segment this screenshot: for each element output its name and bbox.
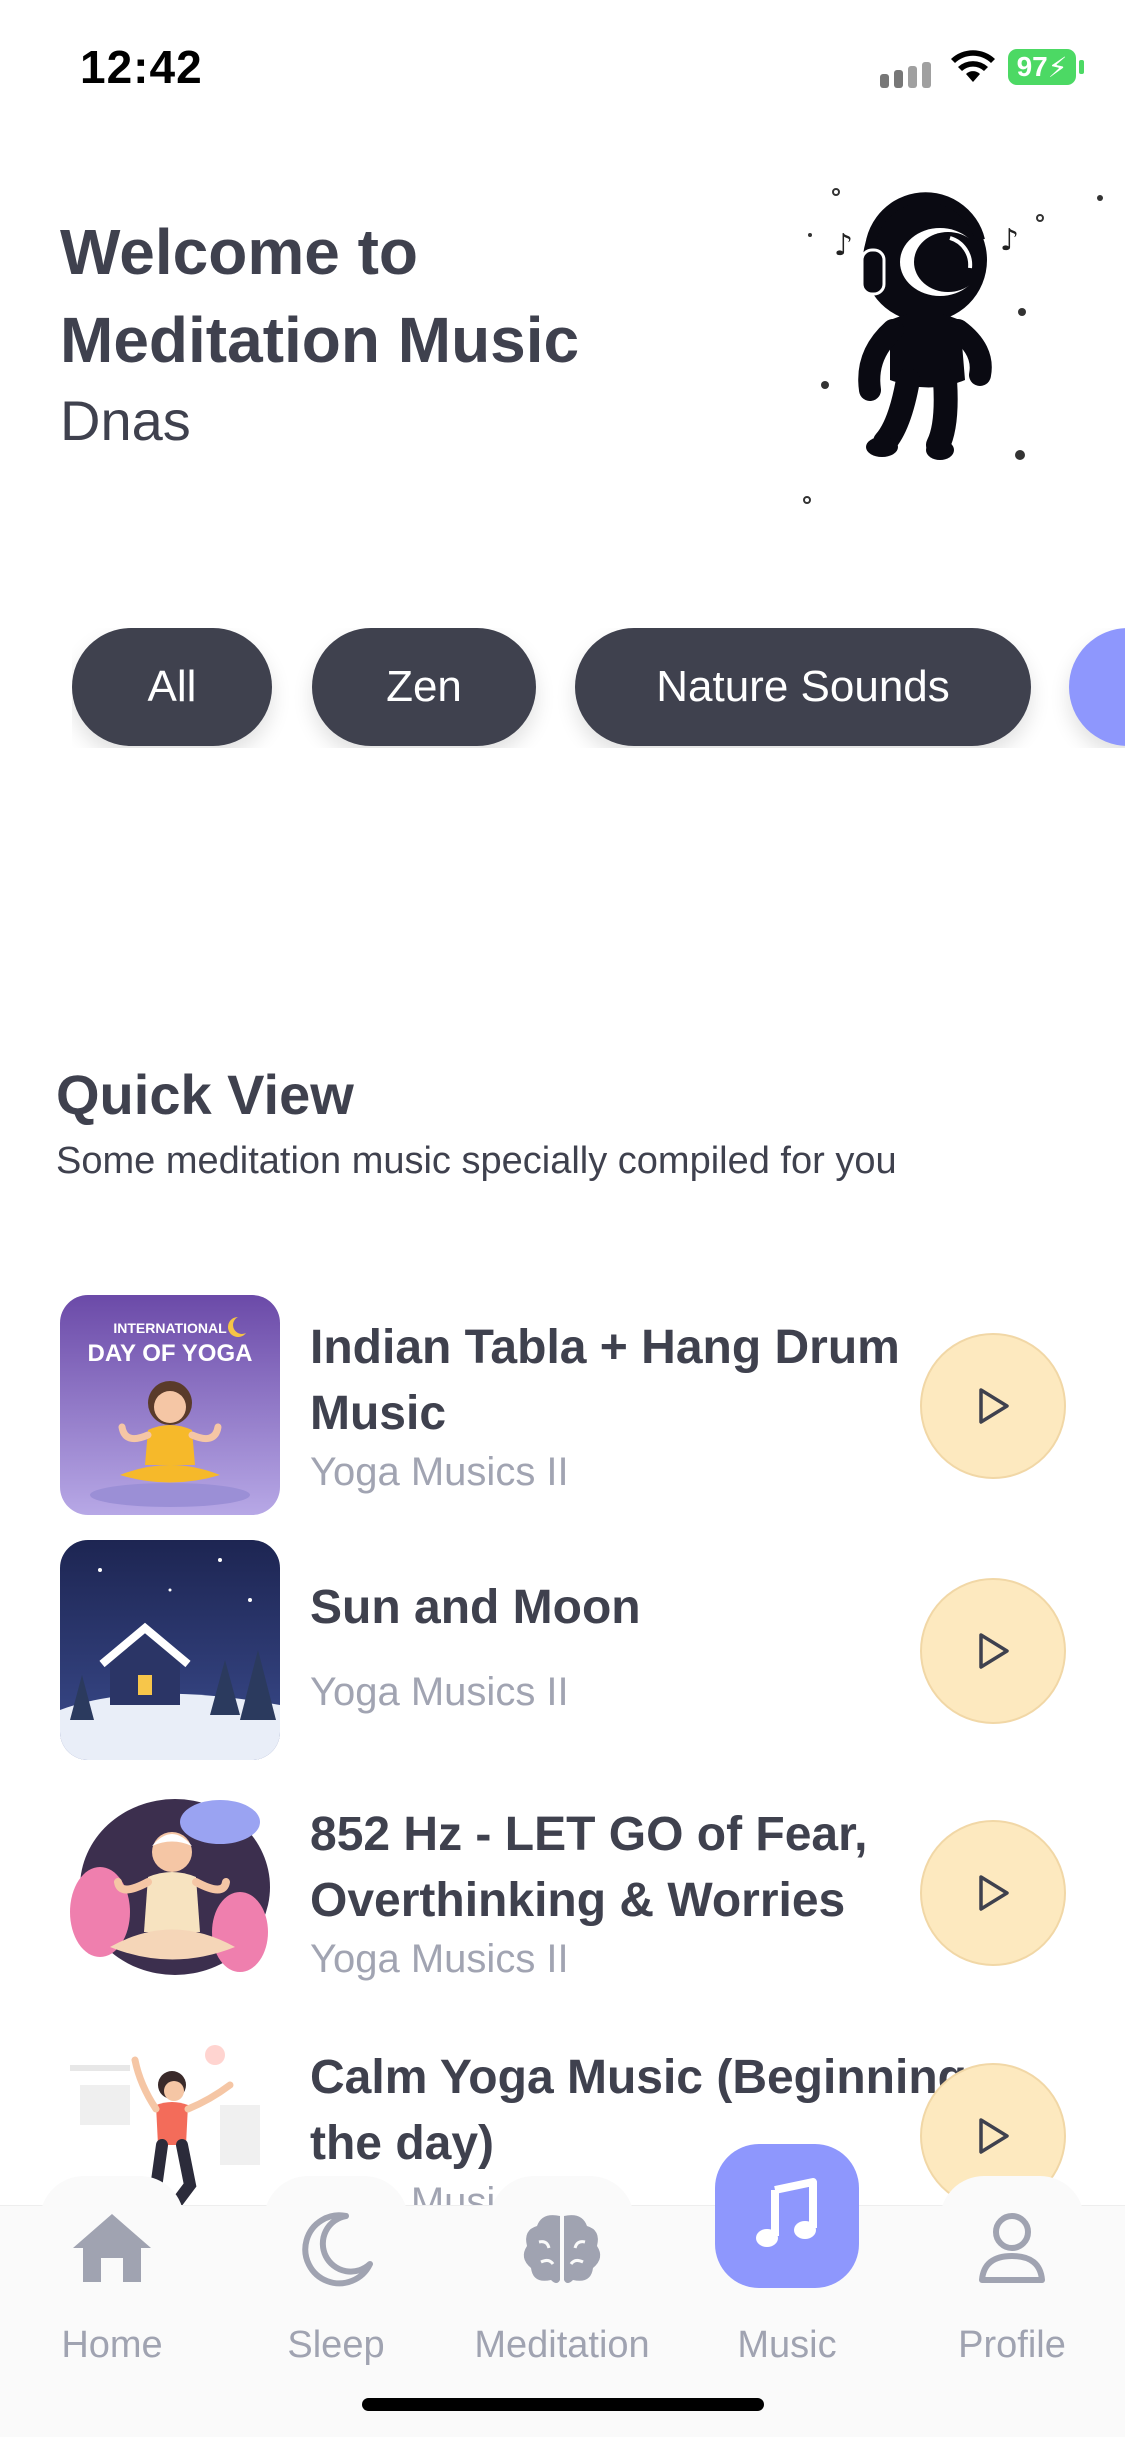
tab-profile[interactable]: Profile: [912, 2176, 1112, 2437]
tab-label: Profile: [958, 2324, 1066, 2366]
play-button[interactable]: [920, 1820, 1066, 1966]
cellular-signal-icon: [880, 62, 931, 88]
track-title: Sun and Moon: [310, 1581, 641, 1634]
track-item[interactable]: INTERNATIONAL DAY OF YOGA Indian Tabla +…: [60, 1295, 1090, 1515]
tab-label: Meditation: [474, 2324, 650, 2366]
battery-icon: 97 ⚡: [1008, 49, 1076, 85]
welcome-line-1: Welcome to: [60, 216, 418, 288]
track-thumbnail: INTERNATIONAL DAY OF YOGA: [60, 1295, 280, 1515]
status-time: 12:42: [80, 41, 203, 93]
thumb-text-main: DAY OF YOGA: [88, 1340, 253, 1367]
track-artist: Yoga Musics II: [310, 1670, 569, 1714]
quick-view-title: Quick View: [56, 1063, 354, 1126]
tab-label: Home: [61, 2324, 163, 2366]
welcome-line-2: Meditation Music: [60, 304, 580, 376]
battery-level: 97: [1016, 51, 1048, 82]
category-chips: All Zen Nature Sounds: [72, 628, 1125, 748]
track-item[interactable]: Sun and Moon Yoga Musics II: [60, 1540, 1090, 1760]
track-title: Indian Tabla + Hang Drum Music: [310, 1321, 900, 1440]
chip-all[interactable]: All: [72, 628, 272, 746]
track-thumbnail: [60, 1540, 280, 1760]
status-bar: 12:42 97 ⚡: [0, 0, 1125, 140]
play-icon: [979, 1875, 1009, 1911]
track-artist: Yoga Musics II: [310, 1937, 569, 1981]
chip-more[interactable]: [1069, 628, 1125, 746]
brain-icon: [523, 2215, 601, 2283]
play-button[interactable]: [920, 1333, 1066, 1479]
battery-cap: [1079, 60, 1084, 74]
quick-view-subtitle: Some meditation music specially compiled…: [56, 1140, 897, 1182]
track-title: 852 Hz - LET GO of Fear, Overthinking & …: [310, 1808, 868, 1927]
chip-nature-sounds[interactable]: Nature Sounds: [575, 628, 1031, 746]
chip-zen[interactable]: Zen: [312, 628, 536, 746]
music-note-icon: [756, 2178, 817, 2247]
track-item[interactable]: 852 Hz - LET GO of Fear, Overthinking & …: [60, 1782, 1090, 2002]
svg-text:♪: ♪: [834, 228, 853, 263]
astronaut-illustration: ♪ ♪: [803, 188, 1103, 504]
user-name: Dnas: [60, 389, 191, 452]
welcome-title: Welcome to Meditation Music: [60, 208, 620, 384]
wifi-icon: [951, 50, 995, 82]
play-button[interactable]: [920, 1578, 1066, 1724]
moon-icon: [302, 2212, 373, 2287]
play-icon: [979, 1633, 1009, 1669]
tab-meditation-icon-wrap: [490, 2176, 634, 2320]
home-indicator[interactable]: [362, 2398, 764, 2411]
tab-profile-icon-wrap: [940, 2176, 1084, 2320]
play-icon: [979, 1388, 1009, 1424]
tab-music-icon-wrap: [715, 2144, 859, 2288]
tab-sleep-icon-wrap: [264, 2176, 408, 2320]
home-icon: [73, 2214, 151, 2282]
track-thumbnail: [60, 1782, 280, 2002]
thumb-text-top: INTERNATIONAL: [113, 1320, 227, 1336]
tab-home-icon-wrap: [40, 2176, 184, 2320]
tab-home[interactable]: Home: [12, 2176, 212, 2437]
tab-label: Music: [737, 2324, 837, 2366]
track-title: Calm Yoga Music (Beginning the day): [310, 2051, 967, 2170]
play-icon: [979, 2118, 1009, 2154]
svg-text:♪: ♪: [1000, 223, 1019, 258]
user-icon: [979, 2213, 1045, 2283]
track-artist: Yoga Musics II: [310, 1450, 569, 1494]
tab-label: Sleep: [287, 2324, 385, 2366]
